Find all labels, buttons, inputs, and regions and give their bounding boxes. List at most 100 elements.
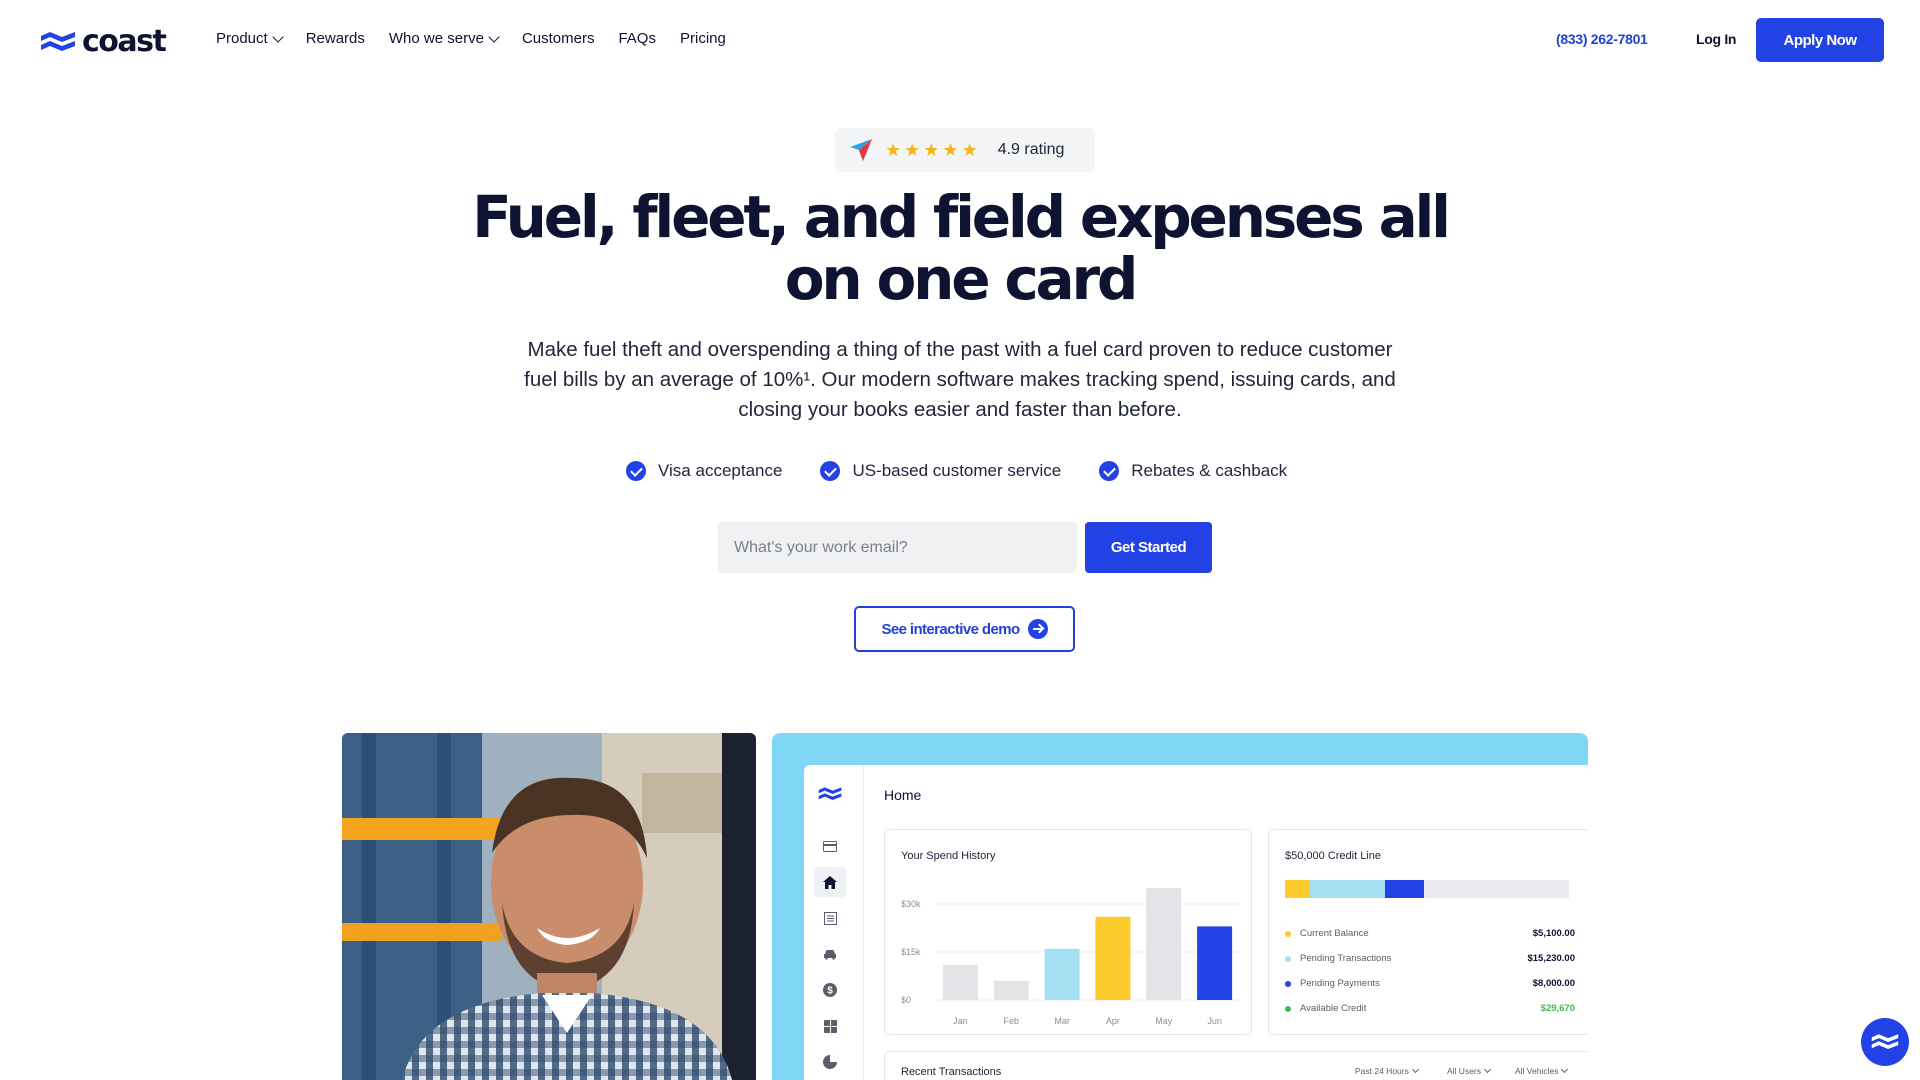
nav-item-label: FAQs [618,30,656,47]
login-link[interactable]: Log In [1696,31,1736,47]
coast-logo-icon [41,31,75,51]
pending-payments-segment [1384,880,1424,898]
demo-button-label: See interactive demo [881,620,1020,638]
credit-row-value: $5,100.00 [1532,928,1575,939]
x-tick-label: May [1155,1016,1173,1026]
check-circle-icon [1099,461,1120,481]
feature-item: Rebates & cashback [1099,461,1287,481]
credit-row-available-credit: Available Credit $29,670 [1285,1003,1575,1014]
chevron-down-icon [1483,1065,1492,1074]
nav-item-label: Pricing [679,30,726,47]
spend-history-chart: $30k $15k $0 Jan Feb Mar Apr May Jun [901,888,1240,1026]
phone-link[interactable]: (833) 262-7801 [1556,31,1648,47]
recent-transactions-title: Recent Transactions [901,1066,1002,1078]
star-icon: ★ [942,140,959,160]
chevron-down-icon [1561,1065,1569,1074]
chevron-down-icon [1411,1065,1419,1074]
yellow-dot-icon [1285,930,1291,937]
spend-bar-feb [993,980,1029,1000]
coast-chat-icon [1871,1034,1899,1049]
x-tick-label: Jan [953,1016,968,1026]
chat-widget-button[interactable] [1861,1018,1909,1066]
pending-transactions-segment [1309,880,1385,898]
credit-row-label: Current Balance [1300,928,1369,939]
y-tick-label: $15k [901,947,921,957]
credit-row-value: $29,670 [1540,1003,1575,1014]
current-balance-segment [1285,880,1310,898]
spend-history-card: Your Spend History $30k $15k $0 Jan Feb Mar Ap… [884,829,1252,1035]
star-icon: ★ [961,140,978,160]
apply-now-button[interactable]: Apply Now [1756,18,1884,62]
dashboard-page-title: Home [884,787,922,803]
credit-row-value: $8,000.00 [1532,978,1575,989]
x-tick-label: Feb [1003,1016,1019,1026]
nav-item-faqs[interactable]: FAQs [618,30,656,47]
dashboard-sidebar: $ [804,765,864,1080]
dollar-icon[interactable]: $ [814,975,846,1005]
list-icon[interactable] [814,903,846,933]
arrow-right-circle-icon [1027,619,1048,639]
star-rating: ★ ★ ★ ★ ★ [885,141,978,159]
feature-label: Rebates & cashback [1131,461,1288,480]
rating-text: 4.9 rating [997,141,1065,158]
pie-chart-icon[interactable] [814,1047,846,1077]
recent-transactions-card: Recent Transactions Past 24 Hours All Us… [884,1051,1588,1080]
credit-row-label: Pending Transactions [1300,953,1392,964]
filter-label: All Users [1447,1066,1482,1076]
smiling-man-image [342,733,756,1080]
star-icon: ★ [904,140,921,160]
filter-label: All Vehicles [1515,1066,1559,1076]
star-icon: ★ [923,140,940,160]
spend-bar-jan [942,964,978,1000]
credit-row-label: Pending Payments [1300,978,1380,989]
feature-item: Visa acceptance [626,461,782,481]
spend-bar-may [1146,888,1182,1000]
coast-logo[interactable]: coast [40,24,167,59]
work-email-input[interactable] [718,522,1077,573]
green-dot-icon [1285,1005,1291,1012]
spend-bar-jun [1197,926,1233,1000]
nav-item-pricing[interactable]: Pricing [680,30,726,47]
y-tick-label: $30k [901,899,921,909]
spend-bar-mar [1044,948,1080,1000]
grid-icon[interactable] [814,1011,846,1041]
feature-item: US-based customer service [820,461,1061,481]
filter-users[interactable]: All Users [1447,1065,1492,1076]
x-tick-label: Mar [1054,1016,1070,1026]
credit-row-pending-transactions: Pending Transactions $15,230.00 [1285,953,1575,964]
main-nav: Product Rewards Who we serve Customers F… [216,30,726,47]
nav-item-product[interactable]: Product [216,30,284,47]
nav-item-label: Rewards [305,30,365,47]
credit-usage-bar [1285,880,1569,898]
filter-time[interactable]: Past 24 Hours [1355,1065,1419,1076]
x-tick-label: Apr [1106,1016,1120,1026]
rating-badge: ★ ★ ★ ★ ★ 4.9 rating [835,128,1095,172]
dashboard-panel: $ Home Your Spend History $30k $15k $0 Jan F… [804,765,1588,1080]
interactive-demo-button[interactable]: See interactive demo [854,606,1075,652]
card-icon[interactable] [814,831,846,861]
chevron-down-icon [488,30,500,43]
home-icon[interactable] [814,867,846,897]
svg-text:$: $ [827,986,833,997]
dashboard-preview: $ Home Your Spend History $30k $15k $0 Jan F… [772,733,1588,1080]
coast-logo-icon [814,779,846,809]
spend-bar-apr [1095,916,1131,1000]
get-started-button[interactable]: Get Started [1085,522,1212,573]
nav-item-customers[interactable]: Customers [522,30,595,47]
feature-label: Visa acceptance [658,461,783,480]
nav-item-label: Customers [521,30,595,47]
brand-name: coast [82,24,167,59]
nav-item-who-we-serve[interactable]: Who we serve [389,30,500,47]
credit-line-card: $50,000 Credit Line Current Balance $5,1… [1268,829,1588,1035]
spend-history-title: Your Spend History [901,850,996,862]
nav-item-rewards[interactable]: Rewards [306,30,365,47]
site-header: coast Product Rewards Who we serve Custo… [0,0,1920,80]
nav-item-label: Product [216,30,268,47]
credit-row-label: Available Credit [1300,1003,1367,1014]
car-icon[interactable] [814,939,846,969]
filter-vehicles[interactable]: All Vehicles [1515,1065,1569,1076]
credit-row-value: $15,230.00 [1527,953,1575,964]
light-blue-dot-icon [1285,955,1291,962]
filter-label: Past 24 Hours [1355,1066,1409,1076]
hero-subcopy: Make fuel theft and overspending a thing… [524,338,1396,421]
